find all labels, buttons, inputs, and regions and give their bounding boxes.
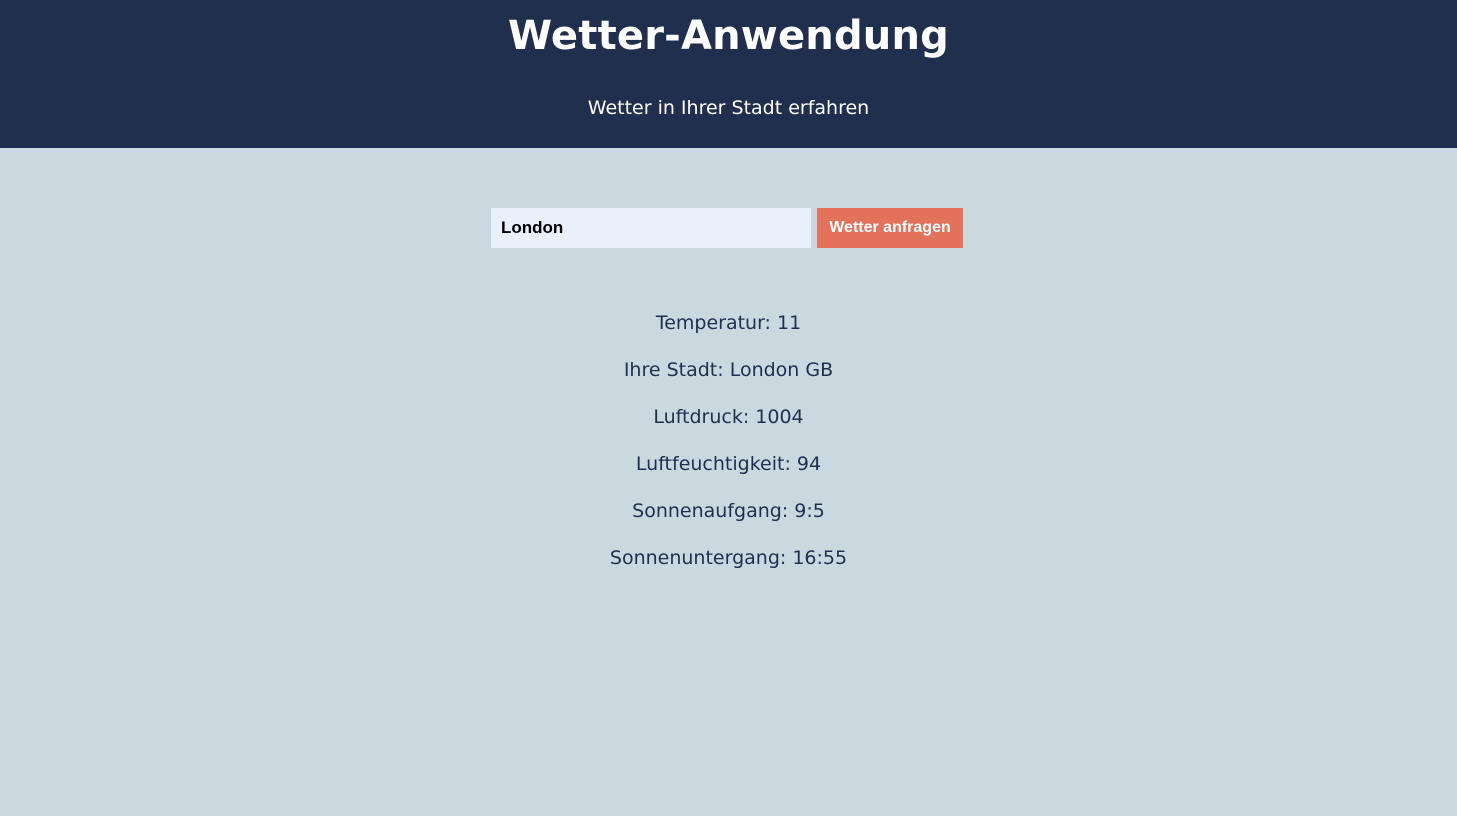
sunset-text: Sonnenuntergang: 16:55 — [609, 547, 848, 569]
weather-results: Temperatur: 11 Ihre Stadt: London GB Luf… — [0, 308, 1457, 590]
temperature-text: Temperatur: 11 — [655, 312, 802, 334]
page-title: Wetter-Anwendung — [508, 13, 949, 59]
request-weather-button[interactable]: Wetter anfragen — [817, 208, 963, 248]
pressure-text: Luftdruck: 1004 — [653, 406, 804, 428]
page-subtitle: Wetter in Ihrer Stadt erfahren — [587, 97, 870, 119]
sunrise-text: Sonnenaufgang: 9:5 — [632, 500, 825, 522]
city-text: Ihre Stadt: London GB — [623, 359, 834, 381]
city-input[interactable] — [491, 208, 811, 248]
search-form: Wetter anfragen — [491, 208, 963, 248]
app-header: Wetter-Anwendung Wetter in Ihrer Stadt e… — [0, 0, 1457, 148]
humidity-text: Luftfeuchtigkeit: 94 — [635, 453, 822, 475]
